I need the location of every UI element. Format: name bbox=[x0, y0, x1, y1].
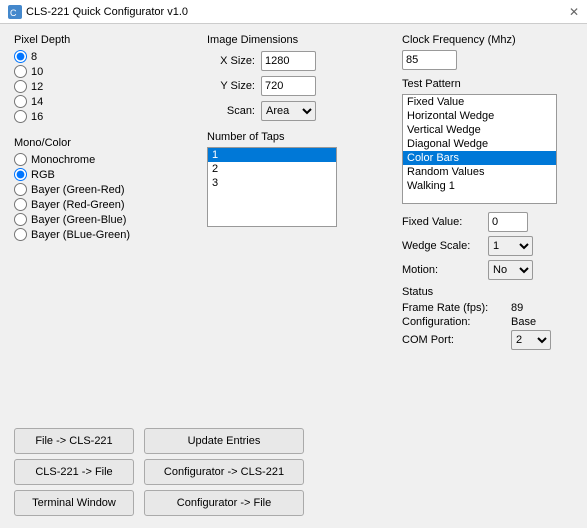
device-to-file-button[interactable]: CLS-221 -> File bbox=[14, 459, 134, 485]
num-taps-listbox[interactable]: 1 2 3 bbox=[207, 147, 337, 227]
fixed-value-label: Fixed Value: bbox=[402, 216, 482, 228]
frame-rate-label: Frame Rate (fps): bbox=[402, 302, 507, 314]
pixel-depth-8[interactable]: 8 bbox=[14, 50, 199, 63]
mono-color-bayer-gr[interactable]: Bayer (Green-Red) bbox=[14, 183, 199, 196]
motion-select[interactable]: No Yes bbox=[488, 260, 533, 280]
taps-item-3[interactable]: 3 bbox=[208, 176, 336, 190]
wedge-scale-select[interactable]: 1 bbox=[488, 236, 533, 256]
left-btn-col: File -> CLS-221 CLS-221 -> File Terminal… bbox=[14, 428, 134, 516]
configurator-to-device-button[interactable]: Configurator -> CLS-221 bbox=[144, 459, 304, 485]
taps-item-2[interactable]: 2 bbox=[208, 162, 336, 176]
com-port-label: COM Port: bbox=[402, 334, 507, 346]
pattern-walking-1[interactable]: Walking 1 bbox=[403, 179, 556, 193]
test-pattern-label: Test Pattern bbox=[402, 78, 573, 90]
mono-color-bayer-gb[interactable]: Bayer (Green-Blue) bbox=[14, 213, 199, 226]
fixed-value-input[interactable] bbox=[488, 212, 528, 232]
mono-color-bayer-rg[interactable]: Bayer (Red-Green) bbox=[14, 198, 199, 211]
configurator-to-file-button[interactable]: Configurator -> File bbox=[144, 490, 304, 516]
status-label: Status bbox=[402, 286, 573, 298]
configuration-label: Configuration: bbox=[402, 316, 507, 328]
com-port-select[interactable]: 1 2 3 4 bbox=[511, 330, 551, 350]
pixel-depth-label: Pixel Depth bbox=[14, 34, 199, 46]
configuration-value: Base bbox=[511, 316, 536, 328]
terminal-window-button[interactable]: Terminal Window bbox=[14, 490, 134, 516]
pattern-random-values[interactable]: Random Values bbox=[403, 165, 556, 179]
frame-rate-value: 89 bbox=[511, 302, 523, 314]
y-size-input[interactable] bbox=[261, 76, 316, 96]
bottom-buttons: File -> CLS-221 CLS-221 -> File Terminal… bbox=[14, 428, 573, 516]
update-entries-button[interactable]: Update Entries bbox=[144, 428, 304, 454]
pattern-color-bars[interactable]: Color Bars bbox=[403, 151, 556, 165]
mono-color-monochrome[interactable]: Monochrome bbox=[14, 153, 199, 166]
y-size-label: Y Size: bbox=[207, 80, 255, 92]
pixel-depth-10[interactable]: 10 bbox=[14, 65, 199, 78]
pixel-depth-group: 8 10 12 14 16 bbox=[14, 50, 199, 123]
pattern-horizontal-wedge[interactable]: Horizontal Wedge bbox=[403, 109, 556, 123]
clock-freq-label: Clock Frequency (Mhz) bbox=[402, 34, 573, 46]
file-to-device-button[interactable]: File -> CLS-221 bbox=[14, 428, 134, 454]
taps-item-1[interactable]: 1 bbox=[208, 148, 336, 162]
right-btn-col: Update Entries Configurator -> CLS-221 C… bbox=[144, 428, 304, 516]
pixel-depth-12[interactable]: 12 bbox=[14, 80, 199, 93]
mono-color-bayer-bg[interactable]: Bayer (BLue-Green) bbox=[14, 228, 199, 241]
app-icon: C bbox=[8, 5, 22, 19]
pattern-fixed-value[interactable]: Fixed Value bbox=[403, 95, 556, 109]
pattern-vertical-wedge[interactable]: Vertical Wedge bbox=[403, 123, 556, 137]
num-taps-label: Number of Taps bbox=[207, 131, 394, 143]
pattern-diagonal-wedge[interactable]: Diagonal Wedge bbox=[403, 137, 556, 151]
pixel-depth-14[interactable]: 14 bbox=[14, 95, 199, 108]
clock-freq-input[interactable] bbox=[402, 50, 457, 70]
test-pattern-listbox[interactable]: Fixed Value Horizontal Wedge Vertical We… bbox=[402, 94, 557, 204]
scan-select[interactable]: Area Line bbox=[261, 101, 316, 121]
title-bar: C CLS-221 Quick Configurator v1.0 ✕ bbox=[0, 0, 587, 24]
wedge-scale-label: Wedge Scale: bbox=[402, 240, 482, 252]
mono-color-group: Monochrome RGB Bayer (Green-Red) Bayer (… bbox=[14, 153, 199, 241]
mono-color-label: Mono/Color bbox=[14, 137, 199, 149]
svg-text:C: C bbox=[10, 8, 17, 18]
title-bar-title: CLS-221 Quick Configurator v1.0 bbox=[26, 6, 188, 18]
pixel-depth-16[interactable]: 16 bbox=[14, 110, 199, 123]
motion-label: Motion: bbox=[402, 264, 482, 276]
close-button[interactable]: ✕ bbox=[569, 5, 579, 19]
x-size-label: X Size: bbox=[207, 55, 255, 67]
scan-label: Scan: bbox=[207, 105, 255, 117]
x-size-input[interactable] bbox=[261, 51, 316, 71]
mono-color-rgb[interactable]: RGB bbox=[14, 168, 199, 181]
image-dim-label: Image Dimensions bbox=[207, 34, 394, 46]
